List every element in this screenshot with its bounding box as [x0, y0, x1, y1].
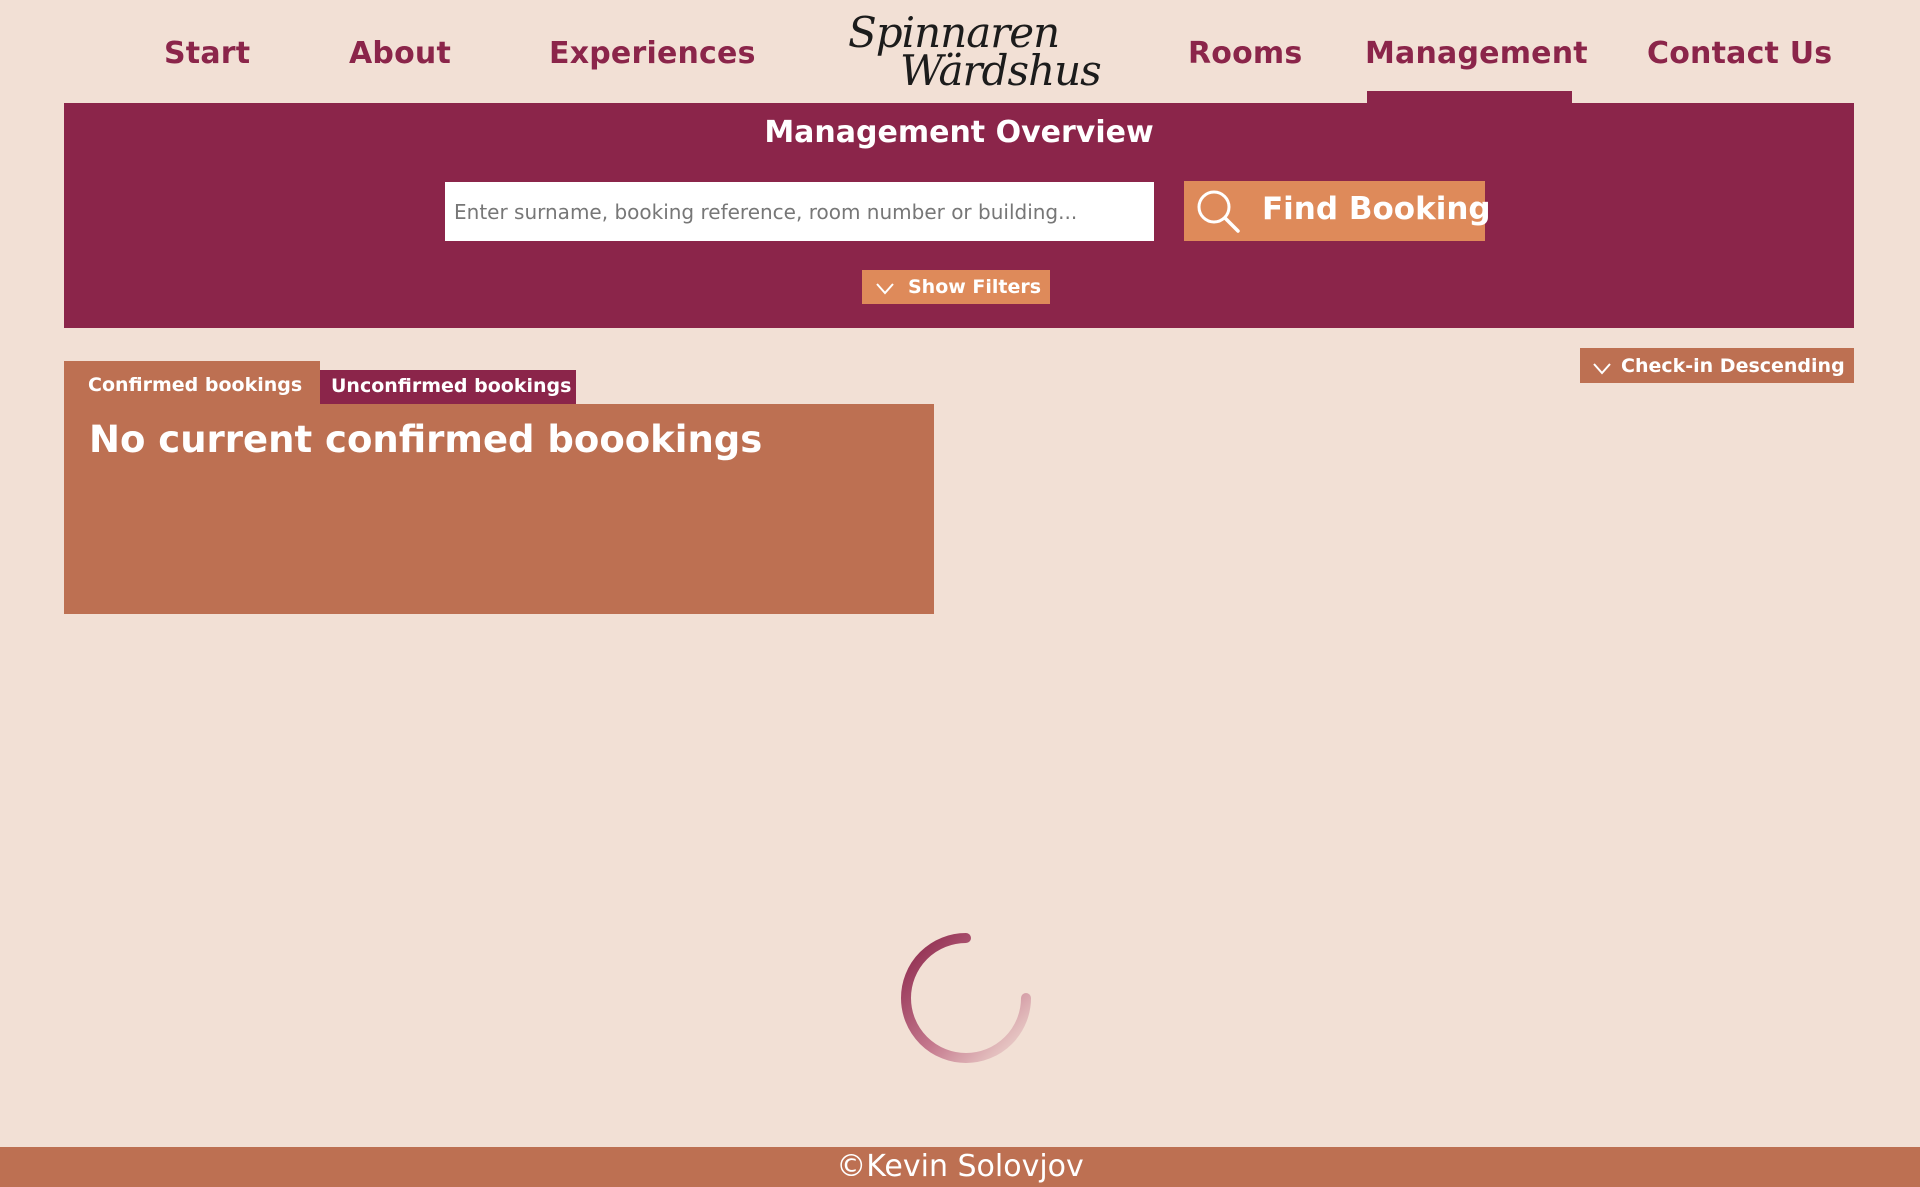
page: Start About Experiences Spinnaren Wärdsh… — [0, 0, 1920, 1187]
logo[interactable]: Spinnaren Wärdshus — [838, 6, 1102, 95]
chevron-down-icon — [876, 279, 894, 295]
sort-label: Check-in Descending — [1621, 355, 1845, 377]
nav-active-indicator — [1367, 91, 1572, 103]
sort-dropdown-button[interactable]: Check-in Descending — [1580, 348, 1854, 383]
chevron-down-icon — [1593, 359, 1611, 375]
footer-copyright: ©Kevin Solovjov — [836, 1149, 1084, 1184]
nav-start-link[interactable]: Start — [164, 36, 250, 76]
nav-management-link[interactable]: Management — [1365, 36, 1588, 76]
tab-confirmed-bookings[interactable]: Confirmed bookings — [64, 361, 320, 405]
search-icon — [1194, 187, 1242, 235]
nav-about-link[interactable]: About — [349, 36, 451, 76]
footer: ©Kevin Solovjov — [0, 1147, 1920, 1187]
bookings-panel: No current confirmed boookings — [64, 404, 934, 614]
nav-rooms-link[interactable]: Rooms — [1188, 36, 1302, 76]
search-input[interactable] — [445, 182, 1154, 241]
find-booking-button[interactable]: Find Booking — [1184, 181, 1491, 241]
find-booking-label: Find Booking — [1262, 191, 1491, 227]
page-title: Management Overview — [764, 115, 1154, 150]
management-banner: Management Overview Find Booking Show Fi… — [64, 103, 1854, 328]
loading-spinner-icon — [898, 930, 1034, 1066]
show-filters-label: Show Filters — [908, 276, 1042, 298]
show-filters-button[interactable]: Show Filters — [862, 270, 1050, 304]
empty-bookings-message: No current confirmed boookings — [89, 418, 763, 461]
nav-contact-link[interactable]: Contact Us — [1647, 36, 1832, 76]
logo-line-2: Wärdshus — [900, 46, 1102, 95]
tab-unconfirmed-bookings[interactable]: Unconfirmed bookings — [320, 370, 576, 405]
nav-experiences-link[interactable]: Experiences — [549, 36, 756, 76]
